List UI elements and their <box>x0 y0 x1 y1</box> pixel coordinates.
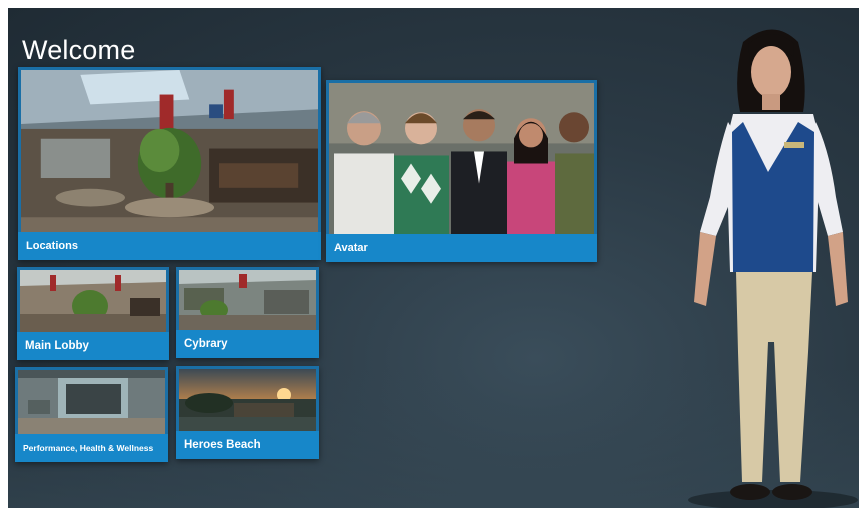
cybrary-tile[interactable]: Cybrary <box>176 267 319 358</box>
welcome-screen: Welcome Locations Avatar Main Lobby Cybr… <box>8 8 859 508</box>
performance-health-wellness-label: Performance, Health & Wellness <box>15 434 168 462</box>
library-image <box>179 270 316 330</box>
avatar-label: Avatar <box>326 234 597 262</box>
cybrary-label: Cybrary <box>176 330 319 358</box>
heroes-beach-label: Heroes Beach <box>176 431 319 459</box>
performance-health-wellness-tile[interactable]: Performance, Health & Wellness <box>15 367 168 462</box>
page-title: Welcome <box>22 35 136 65</box>
lobby-image <box>20 270 166 332</box>
main-lobby-tile[interactable]: Main Lobby <box>17 267 169 360</box>
avatar-group-image <box>329 83 594 234</box>
beach-sunset-image <box>179 369 316 431</box>
locations-label: Locations <box>18 232 321 260</box>
lobby-scene-image <box>21 70 318 232</box>
locations-tile[interactable]: Locations <box>18 67 321 260</box>
main-lobby-label: Main Lobby <box>17 332 169 360</box>
avatar-tile[interactable]: Avatar <box>326 80 597 262</box>
guide-avatar-figure <box>688 22 859 508</box>
gym-image <box>18 370 165 434</box>
heroes-beach-tile[interactable]: Heroes Beach <box>176 366 319 459</box>
